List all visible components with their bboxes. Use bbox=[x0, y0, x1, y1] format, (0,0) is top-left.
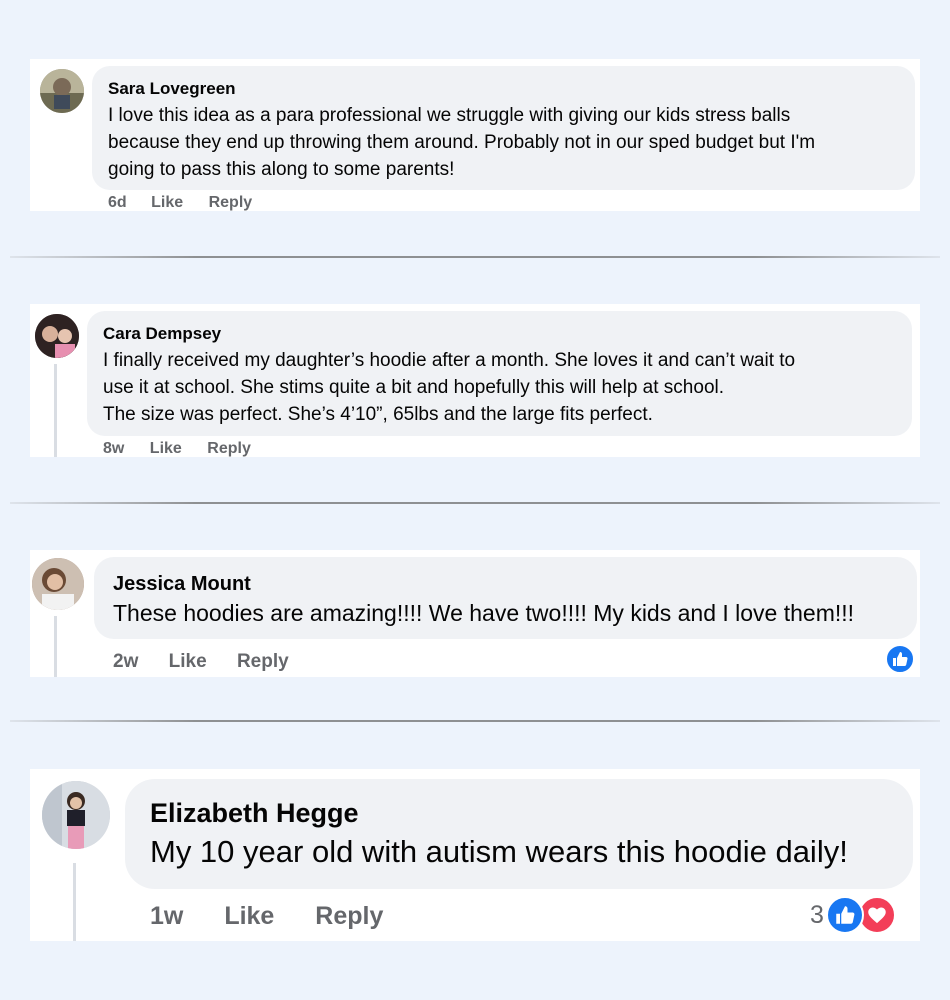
comment-actions: 8w Like Reply bbox=[103, 439, 251, 457]
comment-bubble: Jessica Mount These hoodies are amazing!… bbox=[94, 557, 917, 639]
comment-card: Jessica Mount These hoodies are amazing!… bbox=[30, 550, 920, 677]
divider bbox=[10, 720, 940, 722]
reactions[interactable] bbox=[885, 644, 915, 674]
like-action[interactable]: Like bbox=[150, 439, 182, 457]
avatar[interactable] bbox=[40, 69, 84, 113]
commenter-name[interactable]: Elizabeth Hegge bbox=[150, 797, 888, 829]
comment-card: Sara Lovegreen I love this idea as a par… bbox=[30, 59, 920, 211]
comment-actions: 6d Like Reply bbox=[108, 193, 252, 211]
comment-text: I finally received my daughter’s hoodie … bbox=[103, 350, 796, 425]
comment-text: My 10 year old with autism wears this ho… bbox=[150, 834, 848, 869]
comment-bubble: Cara Dempsey I finally received my daugh… bbox=[87, 311, 912, 436]
divider bbox=[10, 256, 940, 258]
avatar[interactable] bbox=[32, 558, 84, 610]
like-icon bbox=[885, 644, 915, 674]
comment-timestamp[interactable]: 2w bbox=[113, 650, 138, 674]
commenter-name[interactable]: Sara Lovegreen bbox=[108, 79, 899, 99]
comment-text: These hoodies are amazing!!!! We have tw… bbox=[113, 600, 855, 626]
comment-bubble: Sara Lovegreen I love this idea as a par… bbox=[92, 66, 915, 190]
avatar[interactable] bbox=[35, 314, 79, 358]
comment-timestamp[interactable]: 8w bbox=[103, 439, 124, 457]
reply-action[interactable]: Reply bbox=[207, 439, 251, 457]
comment-timestamp[interactable]: 6d bbox=[108, 193, 127, 211]
comment-card: Elizabeth Hegge My 10 year old with auti… bbox=[30, 769, 920, 941]
comment-timestamp[interactable]: 1w bbox=[150, 901, 183, 931]
reply-thread-line bbox=[73, 863, 76, 941]
divider bbox=[10, 502, 940, 504]
avatar[interactable] bbox=[42, 781, 110, 849]
commenter-name[interactable]: Cara Dempsey bbox=[103, 324, 896, 344]
like-action[interactable]: Like bbox=[169, 650, 207, 674]
reaction-count: 3 bbox=[810, 900, 824, 929]
reply-thread-line bbox=[54, 616, 57, 677]
comment-actions: 2w Like Reply bbox=[113, 650, 289, 674]
reactions[interactable]: 3 bbox=[810, 896, 896, 934]
reply-action[interactable]: Reply bbox=[237, 650, 289, 674]
reply-thread-line bbox=[54, 364, 57, 457]
comment-card: Cara Dempsey I finally received my daugh… bbox=[30, 304, 920, 457]
reply-action[interactable]: Reply bbox=[209, 193, 253, 211]
comment-text: I love this idea as a para professional … bbox=[108, 105, 816, 180]
like-icon bbox=[825, 896, 864, 934]
commenter-name[interactable]: Jessica Mount bbox=[113, 572, 898, 596]
reply-action[interactable]: Reply bbox=[315, 901, 383, 931]
like-action[interactable]: Like bbox=[151, 193, 183, 211]
like-action[interactable]: Like bbox=[224, 901, 274, 931]
comment-actions: 1w Like Reply bbox=[150, 901, 383, 931]
comment-bubble: Elizabeth Hegge My 10 year old with auti… bbox=[125, 779, 913, 889]
